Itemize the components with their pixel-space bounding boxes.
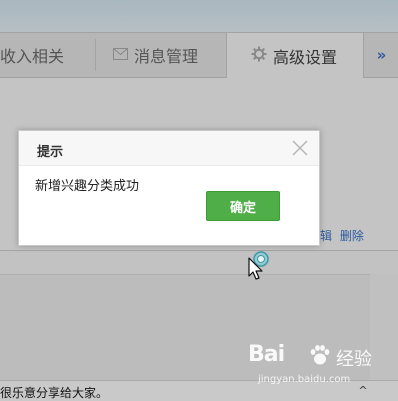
bottom-text: 很乐意分享给大家。: [0, 386, 109, 400]
tab-bar: 收入相关 消息管理 高级设置 »: [0, 33, 398, 78]
edit-link[interactable]: 辑: [320, 229, 332, 243]
dialog-header: 提示: [19, 131, 319, 166]
tab-separator: [95, 39, 96, 71]
watermark-brand-cn: 经验: [336, 349, 372, 370]
delete-link[interactable]: 删除: [340, 229, 364, 243]
tab-advanced-settings[interactable]: 高级设置: [226, 33, 364, 78]
mail-icon: [113, 46, 128, 64]
tab-income[interactable]: 收入相关: [0, 33, 96, 77]
ok-button[interactable]: 确定: [206, 191, 280, 221]
watermark-url: jingyan.baidu.com: [258, 374, 351, 385]
tab-advanced-settings-label: 高级设置: [273, 47, 338, 67]
gear-icon: [251, 46, 267, 66]
tab-messages[interactable]: 消息管理: [97, 33, 223, 77]
baidu-jingyan-watermark: Bai 经验 jingyan.baidu.com: [248, 340, 398, 388]
watermark-brand: Bai: [248, 342, 285, 367]
double-chevron-right-icon: »: [376, 46, 387, 64]
alert-dialog: 提示 新增兴趣分类成功 确定: [18, 130, 320, 246]
top-strip: [0, 0, 398, 33]
dialog-title: 提示: [37, 145, 64, 160]
mouse-cursor-icon: [246, 250, 274, 280]
tab-more-button[interactable]: »: [365, 33, 398, 77]
row-actions: 辑 删除: [316, 227, 364, 244]
tab-messages-label: 消息管理: [134, 47, 199, 66]
close-icon[interactable]: [291, 139, 309, 157]
panel-divider: [0, 250, 398, 251]
paw-icon: [310, 345, 330, 365]
dialog-message: 新增兴趣分类成功: [35, 179, 140, 194]
tab-income-label: 收入相关: [0, 47, 65, 66]
